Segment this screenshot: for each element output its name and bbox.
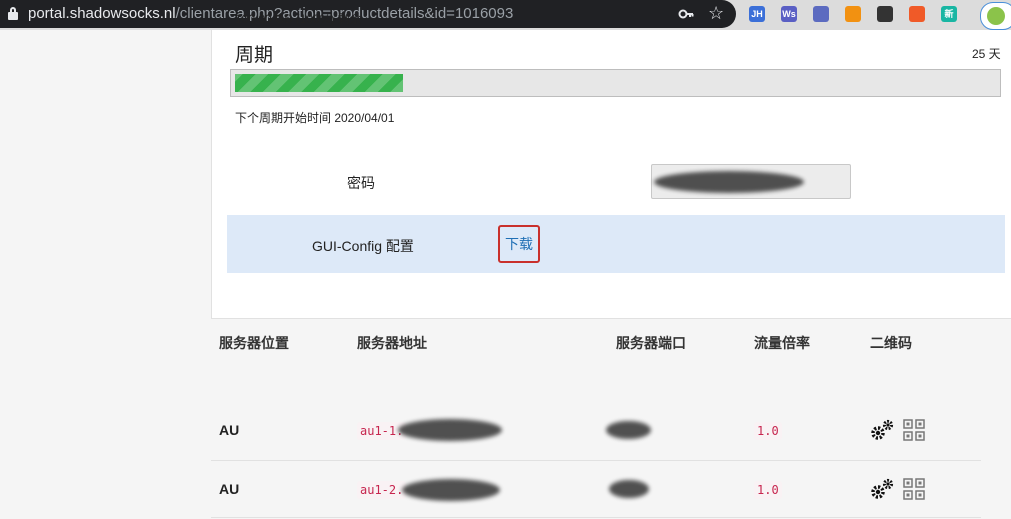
download-link[interactable]: 下载 bbox=[498, 225, 540, 263]
cycle-progress-bar bbox=[230, 69, 1001, 97]
gears-icon[interactable] bbox=[869, 417, 895, 443]
react-extension-icon[interactable] bbox=[813, 6, 829, 22]
jh-extension-icon[interactable]: JH bbox=[749, 6, 765, 22]
cycle-days: 25 天 bbox=[972, 47, 1001, 61]
qrcode-icon[interactable] bbox=[903, 478, 925, 500]
address-bar[interactable]: portal.shadowsocks.nl/clientarea.php?act… bbox=[0, 0, 736, 28]
row-divider bbox=[211, 460, 981, 461]
redacted-address bbox=[402, 479, 500, 501]
header-qrcode: 二维码 bbox=[870, 335, 912, 351]
lock-icon[interactable] bbox=[8, 7, 18, 21]
header-address: 服务器地址 bbox=[357, 335, 427, 351]
profile-button[interactable] bbox=[980, 2, 1011, 30]
server-location: AU bbox=[219, 481, 240, 497]
traffic-rate: 1.0 bbox=[754, 481, 782, 499]
cycle-progress-fill bbox=[235, 74, 403, 92]
avatar bbox=[987, 7, 1005, 25]
page-content bbox=[0, 30, 1011, 519]
ws-extension-icon[interactable]: Ws bbox=[781, 6, 797, 22]
redacted-port bbox=[609, 480, 649, 498]
server-address: au1-2. bbox=[357, 481, 407, 499]
password-field[interactable] bbox=[651, 164, 851, 199]
server-location: AU bbox=[219, 422, 240, 438]
redacted-address bbox=[398, 419, 502, 441]
header-location: 服务器位置 bbox=[219, 335, 289, 351]
bookmark-star-icon[interactable]: ☆ bbox=[708, 4, 724, 22]
redacted-port bbox=[606, 421, 651, 439]
header-port: 服务器端口 bbox=[616, 335, 686, 351]
header-rate: 流量倍率 bbox=[754, 335, 810, 351]
password-label: 密码 bbox=[347, 175, 375, 191]
row-divider bbox=[211, 517, 981, 518]
badge-extension-icon[interactable]: 新 bbox=[941, 6, 957, 22]
gears-icon[interactable] bbox=[869, 476, 895, 502]
key-icon[interactable] bbox=[678, 6, 694, 22]
traffic-rate: 1.0 bbox=[754, 422, 782, 440]
red-extension-icon[interactable] bbox=[909, 6, 925, 22]
cycle-title: 周期 bbox=[235, 45, 274, 66]
orange-extension-icon[interactable] bbox=[845, 6, 861, 22]
qr-extension-icon[interactable] bbox=[877, 6, 893, 22]
gui-config-label: GUI-Config 配置 bbox=[312, 238, 414, 254]
qrcode-icon[interactable] bbox=[903, 419, 925, 441]
remaining-traffic: 100.00 GB (100%) 剩余 bbox=[235, 12, 362, 26]
redacted-password bbox=[654, 171, 804, 193]
browser-toolbar: portal.shadowsocks.nl/clientarea.php?act… bbox=[0, 0, 1011, 30]
next-cycle-start: 下个周期开始时间 2020/04/01 bbox=[235, 111, 395, 125]
